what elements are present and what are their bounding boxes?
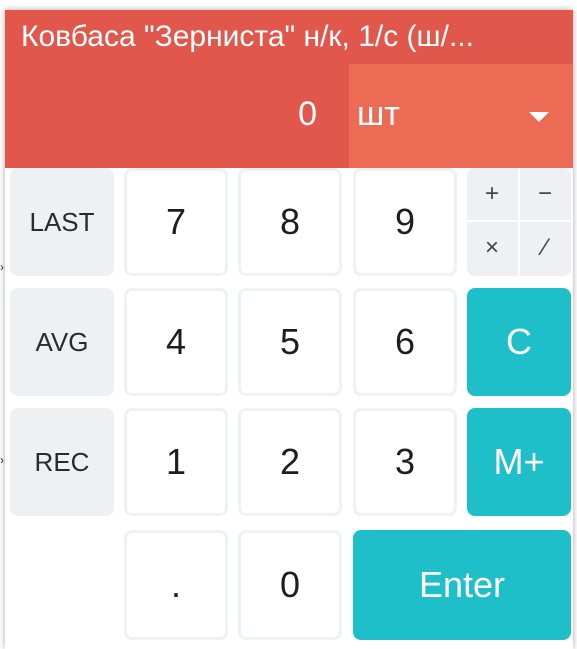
- multiply-button[interactable]: ×: [467, 222, 517, 274]
- digit-1-button[interactable]: 1: [124, 408, 228, 516]
- digit-4-button[interactable]: 4: [124, 288, 228, 396]
- digit-7-button[interactable]: 7: [124, 168, 228, 276]
- operators-block: + − × ⁄: [467, 168, 571, 276]
- unit-label: шт: [357, 95, 400, 133]
- digit-5-button[interactable]: 5: [238, 288, 342, 396]
- digit-9-button[interactable]: 9: [353, 168, 457, 276]
- clear-button[interactable]: C: [467, 288, 571, 396]
- rec-button[interactable]: REC: [10, 408, 114, 516]
- quantity-input-row: 0 шт: [5, 64, 573, 168]
- divide-button[interactable]: ⁄: [520, 222, 570, 274]
- quantity-field[interactable]: 0: [5, 64, 349, 168]
- dropdown-arrow-icon: [529, 112, 549, 122]
- operators-divider: [467, 220, 571, 222]
- unit-select[interactable]: шт: [349, 64, 573, 168]
- digit-8-button[interactable]: 8: [238, 168, 342, 276]
- avg-button[interactable]: AVG: [10, 288, 114, 396]
- digit-2-button[interactable]: 2: [238, 408, 342, 516]
- product-title: Ковбаса "Зерниста" н/к, 1/с (ш/...: [5, 10, 573, 64]
- decimal-point-button[interactable]: .: [124, 530, 228, 640]
- last-button[interactable]: LAST: [10, 168, 114, 276]
- plus-button[interactable]: +: [467, 168, 517, 220]
- digit-0-button[interactable]: 0: [238, 530, 342, 640]
- memory-add-button[interactable]: M+: [467, 408, 571, 516]
- minus-button[interactable]: −: [520, 168, 570, 220]
- operators-divider: [518, 168, 520, 276]
- quantity-keypad-dialog: Ковбаса "Зерниста" н/к, 1/с (ш/... 0 шт …: [5, 10, 573, 649]
- quantity-value: 0: [298, 95, 317, 133]
- digit-3-button[interactable]: 3: [353, 408, 457, 516]
- digit-6-button[interactable]: 6: [353, 288, 457, 396]
- enter-button[interactable]: Enter: [353, 530, 571, 640]
